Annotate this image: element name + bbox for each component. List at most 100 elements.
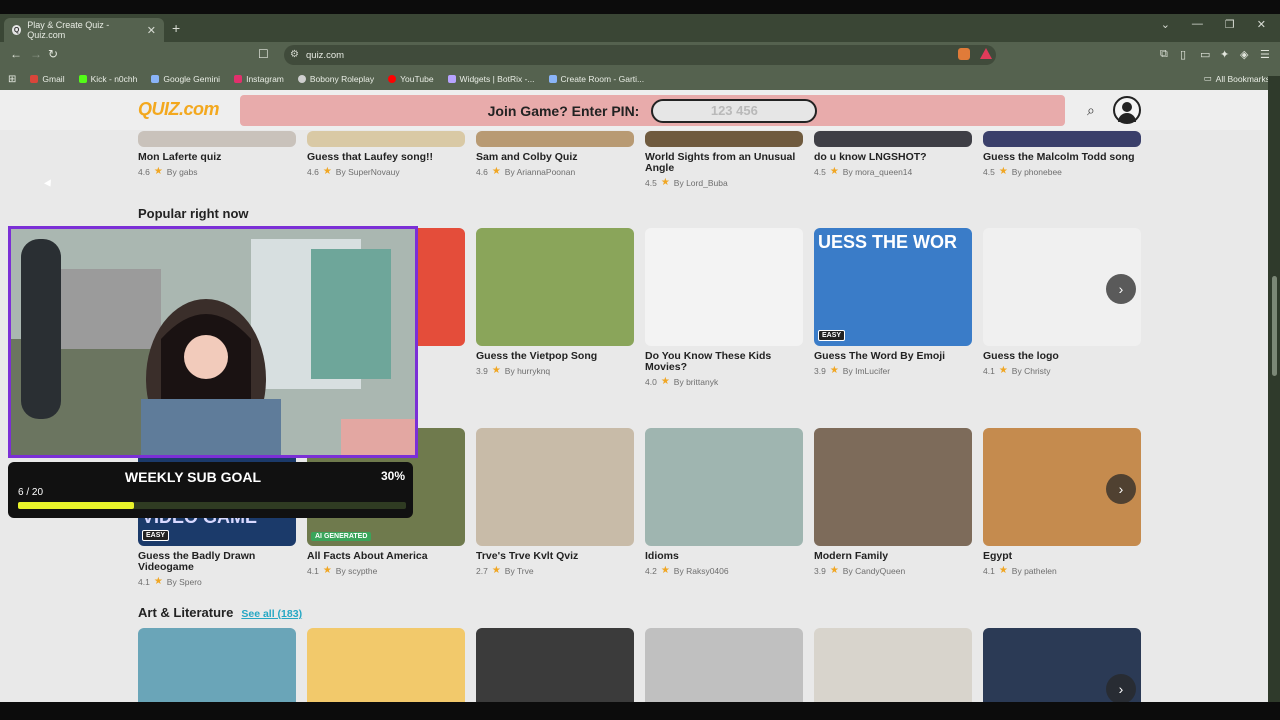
bookmark-0[interactable]: Gmail <box>30 74 65 84</box>
bookmark-2[interactable]: Google Gemini <box>151 74 220 84</box>
menu-icon[interactable]: ☰ <box>1260 48 1270 61</box>
quiz-card[interactable]: do u know LNGSHOT? 4.5 ★ By mora_queen14 <box>814 131 972 177</box>
user-avatar-icon[interactable] <box>1113 96 1141 124</box>
quiz-author[interactable]: By gabs <box>167 167 198 177</box>
quiz-title[interactable]: Do You Know These Kids Movies? <box>645 351 803 373</box>
quiz-author[interactable]: By Spero <box>167 577 202 587</box>
quiz-title[interactable]: Egypt <box>983 551 1141 562</box>
restore-icon[interactable]: ❐ <box>1225 18 1235 31</box>
scrollbar[interactable] <box>1268 76 1280 688</box>
quiz-author[interactable]: By phonebee <box>1012 167 1062 177</box>
rewards-icon[interactable] <box>980 48 992 59</box>
quiz-thumbnail[interactable] <box>138 131 296 147</box>
quiz-title[interactable]: Mon Laferte quiz <box>138 152 296 163</box>
quiz-author[interactable]: By Lord_Buba <box>674 178 728 188</box>
new-tab-button[interactable]: + <box>172 20 180 36</box>
quiz-thumbnail[interactable] <box>307 131 465 147</box>
quiz-card[interactable] <box>476 628 634 702</box>
quiz-title[interactable]: do u know LNGSHOT? <box>814 152 972 163</box>
pin-input[interactable]: 123 456 <box>651 98 818 123</box>
bookmark-4[interactable]: Bobony Roleplay <box>297 74 374 84</box>
bookmark-1[interactable]: Kick - n0chh <box>78 74 137 84</box>
quiz-author[interactable]: By mora_queen14 <box>843 167 912 177</box>
quiz-title[interactable]: World Sights from an Unusual Angle <box>645 152 803 174</box>
quiz-thumbnail[interactable] <box>814 628 972 702</box>
tab-active[interactable]: Q Play & Create Quiz - Quiz.com ✕ <box>4 18 164 42</box>
bookmark-7[interactable]: Create Room - Garti... <box>548 74 644 84</box>
quiz-card[interactable]: Guess the Malcolm Todd song 4.5 ★ By phoneb… <box>983 131 1141 177</box>
ai-icon[interactable]: ✦ <box>1220 48 1229 61</box>
quiz-title[interactable]: Guess that Laufey song!! <box>307 152 465 163</box>
quiz-title[interactable]: Guess The Word By Emoji <box>814 351 972 362</box>
quiz-card[interactable]: Sam and Colby Quiz 4.6 ★ By AriannaPoonan <box>476 131 634 177</box>
quiz-author[interactable]: By pathelen <box>1012 566 1057 576</box>
address-bar[interactable]: ⚙ quiz.com <box>284 45 996 65</box>
all-bookmarks[interactable]: ▭ All Bookmarks <box>1204 73 1270 84</box>
quiz-title[interactable]: Trve's Trve Kvlt Qviz <box>476 551 634 562</box>
forward-icon[interactable]: → <box>30 47 42 61</box>
search-icon[interactable]: ⌕ <box>1087 102 1095 119</box>
site-info-icon[interactable]: ⚙ <box>290 49 299 60</box>
sidebar-icon[interactable]: ▯ <box>1180 48 1186 61</box>
quiz-thumbnail[interactable] <box>645 628 803 702</box>
quiz-card[interactable]: Mon Laferte quiz 4.6 ★ By gabs <box>138 131 296 177</box>
quiz-author[interactable]: By hurryknq <box>505 366 550 376</box>
quiz-thumbnail[interactable] <box>476 131 634 147</box>
quiz-thumbnail[interactable] <box>476 628 634 702</box>
quiz-card[interactable]: World Sights from an Unusual Angle 4.5 ★ By… <box>645 131 803 188</box>
close-window-icon[interactable]: ✕ <box>1257 18 1266 31</box>
quiz-thumbnail[interactable] <box>307 628 465 702</box>
quiz-thumbnail[interactable]: UESS THE WOR EASY <box>814 228 972 346</box>
quiz-card[interactable]: Guess that Laufey song!! 4.6 ★ By SuperNova… <box>307 131 465 177</box>
quiz-card[interactable]: Idioms 4.2 ★ By Raksy0406 <box>645 428 803 576</box>
quiz-author[interactable]: By Christy <box>1012 366 1051 376</box>
quiz-thumbnail[interactable] <box>645 428 803 546</box>
quiz-thumbnail[interactable] <box>138 628 296 702</box>
brave-shield-icon[interactable] <box>958 48 970 60</box>
quiz-thumbnail[interactable] <box>476 428 634 546</box>
wallet-icon[interactable]: ▭ <box>1200 48 1210 61</box>
vpn-icon[interactable]: ◈ <box>1240 48 1248 61</box>
quiz-thumbnail[interactable] <box>645 228 803 346</box>
quiz-card[interactable]: Modern Family 3.9 ★ By CandyQueen <box>814 428 972 576</box>
quiz-title[interactable]: Guess the Vietpop Song <box>476 351 634 362</box>
quiz-card[interactable]: Guess the Vietpop Song 3.9 ★ By hurryknq <box>476 228 634 376</box>
quiz-thumbnail[interactable] <box>814 131 972 147</box>
quiz-author[interactable]: By CandyQueen <box>843 566 905 576</box>
quiz-thumbnail[interactable] <box>476 228 634 346</box>
next-arrow-icon[interactable]: › <box>1106 274 1136 304</box>
reload-icon[interactable]: ↻ <box>48 47 58 61</box>
extensions-icon[interactable]: ⧉ <box>1160 48 1168 61</box>
quiz-author[interactable]: By AriannaPoonan <box>505 167 575 177</box>
tab-list-icon[interactable]: ⌄ <box>1161 18 1170 31</box>
apps-icon[interactable]: ⊞ <box>8 74 16 85</box>
quiz-author[interactable]: By SuperNovauy <box>336 167 400 177</box>
quiz-card[interactable] <box>645 628 803 702</box>
quiz-card[interactable]: UESS THE WOR EASY Guess The Word By Emoji 3… <box>814 228 972 376</box>
quiz-author[interactable]: By ImLucifer <box>843 366 890 376</box>
back-icon[interactable]: ← <box>10 47 22 61</box>
minimize-icon[interactable]: — <box>1192 18 1203 31</box>
bookmark-3[interactable]: Instagram <box>234 74 284 84</box>
quiz-author[interactable]: By Raksy0406 <box>674 566 729 576</box>
close-tab-icon[interactable]: ✕ <box>147 24 156 37</box>
quiz-title[interactable]: Idioms <box>645 551 803 562</box>
quiz-card[interactable] <box>307 628 465 702</box>
quiz-logo[interactable]: QUIZ.com <box>138 99 220 120</box>
see-all-link[interactable]: See all (183) <box>241 608 302 620</box>
bookmark-5[interactable]: YouTube <box>388 74 434 84</box>
next-arrow-icon[interactable]: › <box>1106 674 1136 702</box>
scrollbar-thumb[interactable] <box>1272 276 1277 376</box>
quiz-title[interactable]: Modern Family <box>814 551 972 562</box>
quiz-card[interactable]: Do You Know These Kids Movies? 4.0 ★ By bri… <box>645 228 803 387</box>
quiz-thumbnail[interactable] <box>983 131 1141 147</box>
quiz-author[interactable]: By brittanyk <box>674 377 718 387</box>
quiz-title[interactable]: Guess the Malcolm Todd song <box>983 152 1141 163</box>
quiz-thumbnail[interactable] <box>645 131 803 147</box>
quiz-card[interactable] <box>138 628 296 702</box>
quiz-title[interactable]: Guess the Badly Drawn Videogame <box>138 551 296 573</box>
quiz-title[interactable]: Sam and Colby Quiz <box>476 152 634 163</box>
quiz-card[interactable]: Trve's Trve Kvlt Qviz 2.7 ★ By Trve <box>476 428 634 576</box>
next-arrow-icon[interactable]: › <box>1106 474 1136 504</box>
bookmark-6[interactable]: Widgets | BotRix -... <box>447 74 535 84</box>
